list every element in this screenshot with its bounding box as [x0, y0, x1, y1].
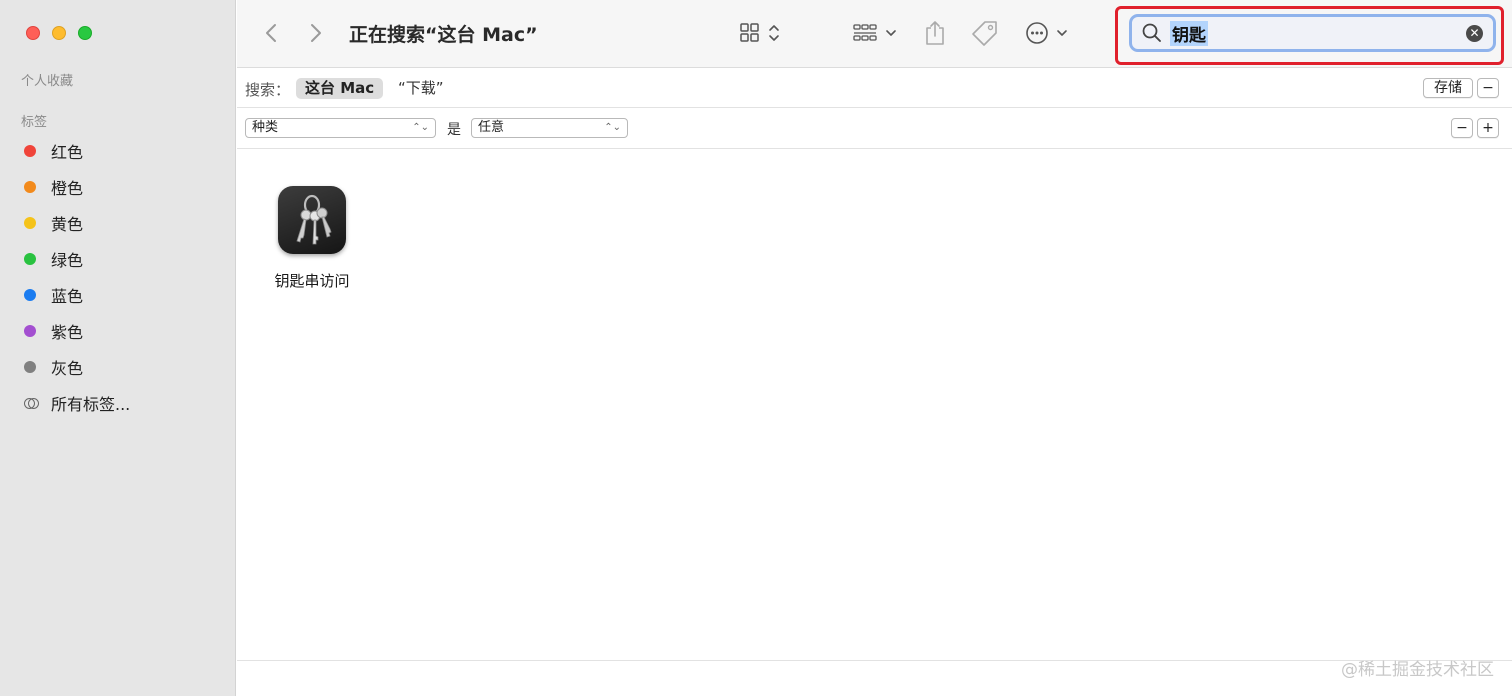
search-icon — [1142, 23, 1161, 42]
scope-label: 搜索： — [245, 81, 291, 99]
sidebar-tag-label: 黄色 — [51, 215, 84, 234]
select-chevron-icon: ⌃⌄ — [604, 122, 621, 133]
save-search-button[interactable]: 存储 — [1423, 78, 1473, 98]
search-scope-bar: 搜索： 这台 Mac “下载” 存储 − — [237, 69, 1512, 108]
sidebar-tag-label: 红色 — [51, 143, 84, 162]
purple-tag-dot-icon — [24, 325, 36, 337]
scope-this-mac-button[interactable]: 这台 Mac — [296, 78, 384, 99]
search-input-value[interactable]: 钥匙 — [1170, 20, 1208, 46]
share-icon — [926, 21, 944, 45]
search-results-area: 钥匙串访问 — [237, 150, 1512, 660]
red-tag-dot-icon — [24, 145, 36, 157]
clear-search-icon[interactable]: ✕ — [1466, 25, 1483, 42]
minimize-window-button[interactable] — [52, 26, 66, 40]
scope-downloads-button[interactable]: “下载” — [389, 78, 453, 99]
criteria-attribute-value: 种类 — [252, 120, 279, 135]
result-item[interactable]: 钥匙串访问 — [265, 186, 359, 291]
favorites-section-title: 个人收藏 — [21, 74, 74, 89]
sidebar-tag-gray[interactable]: 灰色 — [24, 355, 83, 379]
sidebar-tag-label: 蓝色 — [51, 287, 84, 306]
view-mode-button[interactable] — [739, 18, 785, 48]
sidebar-tag-label: 灰色 — [51, 359, 84, 378]
sidebar-tag-blue[interactable]: 蓝色 — [24, 283, 83, 307]
orange-tag-dot-icon — [24, 181, 36, 193]
search-criteria-bar: 种类 ⌃⌄ 是 任意 ⌃⌄ − + — [237, 109, 1512, 149]
sidebar-tag-purple[interactable]: 紫色 — [24, 319, 83, 343]
group-by-button[interactable] — [852, 18, 900, 48]
sidebar-tag-red[interactable]: 红色 — [24, 139, 83, 163]
status-divider — [237, 660, 1512, 661]
tags-section-title: 标签 — [21, 115, 48, 130]
criteria-value-text: 任意 — [478, 120, 505, 135]
sidebar-tag-orange[interactable]: 橙色 — [24, 175, 83, 199]
watermark: @稀土掘金技术社区 — [1341, 660, 1494, 680]
chevron-right-icon — [311, 24, 321, 42]
window-controls — [26, 26, 92, 40]
share-button[interactable] — [923, 18, 947, 48]
green-tag-dot-icon — [24, 253, 36, 265]
sidebar-tag-label: 绿色 — [51, 251, 84, 270]
chevron-left-icon — [266, 24, 276, 42]
remove-scope-button[interactable]: − — [1477, 78, 1499, 98]
select-chevron-icon: ⌃⌄ — [412, 122, 429, 133]
gray-tag-dot-icon — [24, 361, 36, 373]
ellipsis-circle-icon — [1026, 22, 1067, 44]
sidebar-all-tags[interactable]: 所有标签... — [24, 391, 130, 415]
sidebar-all-tags-label: 所有标签... — [51, 395, 131, 414]
sidebar-tag-label: 紫色 — [51, 323, 84, 342]
sidebar-tag-label: 橙色 — [51, 179, 84, 198]
sidebar-tag-green[interactable]: 绿色 — [24, 247, 83, 271]
remove-criteria-button[interactable]: − — [1451, 118, 1473, 138]
more-actions-button[interactable] — [1025, 18, 1073, 48]
zoom-window-button[interactable] — [78, 26, 92, 40]
tag-icon — [972, 21, 997, 46]
blue-tag-dot-icon — [24, 289, 36, 301]
back-button[interactable] — [259, 20, 283, 46]
tag-button[interactable] — [971, 18, 999, 48]
search-field[interactable]: 钥匙 ✕ — [1129, 14, 1496, 52]
sidebar-tag-yellow[interactable]: 黄色 — [24, 211, 83, 235]
result-item-label: 钥匙串访问 — [274, 272, 350, 290]
criteria-attribute-select[interactable]: 种类 ⌃⌄ — [245, 118, 436, 138]
criteria-value-select[interactable]: 任意 ⌃⌄ — [471, 118, 628, 138]
group-by-icon — [853, 24, 896, 41]
add-criteria-button[interactable]: + — [1477, 118, 1499, 138]
keychain-access-icon — [278, 186, 346, 254]
sidebar: 个人收藏 标签 红色 橙色 黄色 绿色 蓝色 紫色 灰色 所有标签... — [0, 0, 236, 696]
window-title: 正在搜索“这台 Mac” — [349, 24, 538, 46]
all-tags-icon — [24, 397, 40, 409]
close-window-button[interactable] — [26, 26, 40, 40]
forward-button[interactable] — [304, 20, 328, 46]
grid-view-icon — [740, 23, 779, 42]
toolbar: 正在搜索“这台 Mac” 钥匙 ✕ — [237, 0, 1512, 68]
yellow-tag-dot-icon — [24, 217, 36, 229]
criteria-operator-label: 是 — [447, 122, 461, 138]
